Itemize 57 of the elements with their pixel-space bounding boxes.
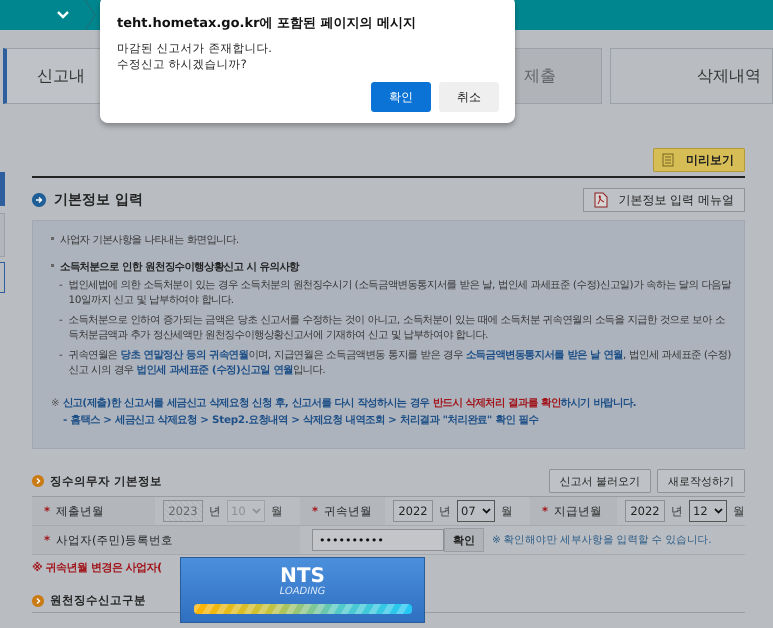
path-text: - 홈택스 > 세금신고 삭제요청 > Step2.요청내역 > 삭제요청 내역조회 > 처리결과 "처리완료" 확인 필수 — [63, 413, 540, 428]
dialog-button[interactable]: 확인 — [371, 82, 431, 112]
dialog-title: teht.hometax.go.kr에 포함된 페이지의 메시지 — [117, 15, 418, 32]
warning-note: ※ 귀속년월 변경은 사업자( — [32, 560, 162, 575]
pdf-icon — [594, 192, 608, 208]
chevron-down-icon[interactable] — [56, 10, 70, 20]
year-field[interactable]: 2022 — [393, 500, 433, 522]
side-tab[interactable] — [0, 262, 5, 293]
notice-text: 귀속연월은 당초 연말정산 등의 귀속연월이며, 지급연월은 소득금액변동 통지를 받은 경우 소득금액변동통지서를 받은 날 연월, 법인세 과세표준 (수정)신고 시의 경우 법인세 과세표준 (수정)신고일 연월입니다. — [68, 348, 732, 378]
arrow-circle-icon — [32, 193, 46, 207]
section-title: 기본정보 입력 — [54, 191, 143, 209]
section-title: 징수의무자 기본정보 — [50, 474, 162, 488]
section-title: 원천징수신고구분 — [50, 593, 146, 608]
unit-label: 년 — [439, 504, 451, 518]
dash-marker: - — [59, 278, 63, 293]
warning-text: ※ 신고(제출)한 신고서를 세금신고 삭제요청 신청 후, 신고서를 다시 작성하시는 경우 반드시 삭제처리 결과를 확인하시기 바랍니다. — [51, 396, 638, 411]
unit-label: 년 — [209, 504, 221, 518]
dialog-message: 마감된 신고서가 존재합니다. 수정신고 하시겠습니까? — [117, 40, 273, 72]
notice-text: 법인세법에 의한 소득처분이 있는 경우 소득처분의 원천징수시기 (소득금액변동통지서를 받은 날, 법인세 과세표준 (수정)신고일)가 속하는 달의 다음달 10일까지 신고 및 납부하여야 합니다. — [68, 278, 732, 308]
action-button[interactable]: 신고서 불러오기 — [548, 469, 651, 493]
loading-caption: LOADING — [280, 586, 326, 598]
notice-text: 사업자 기본사항을 나타내는 화면입니다. — [60, 233, 239, 248]
field-label: 귀속년월 — [324, 504, 372, 518]
action-button[interactable]: 새로작성하기 — [657, 469, 745, 493]
unit-label: 월 — [733, 504, 745, 518]
caret-icon — [482, 508, 491, 514]
dash-marker: - — [59, 313, 63, 328]
unit-label: 년 — [671, 504, 683, 518]
required-mark: * — [44, 504, 50, 518]
unit-label: 월 — [501, 504, 513, 518]
notice-heading: 소득처분으로 인한 원천징수이행상황신고 시 유의사항 — [60, 260, 299, 275]
dash-marker: - — [59, 348, 63, 363]
year-field[interactable]: 2022 — [625, 500, 665, 522]
notice-text: 소득처분으로 인하여 증가되는 금액은 당초 신고서를 수정하는 것이 아니고, 소득처분이 있는 때에 소득처분 귀속연월의 소득을 지급한 것으로 보아 소득처분금액과 추가 정산세액만 원천징수이행상황신고서에 기재하여 신고 및 납부하여야 합니다. — [68, 313, 726, 343]
hint-text: ※ 확인해야만 세부사항을 입력할 수 있습니다. — [492, 533, 712, 547]
tab[interactable]: 삭제내역 — [610, 48, 773, 104]
loading-title: NTS — [280, 564, 325, 586]
required-mark: * — [542, 504, 548, 518]
arrow-circle-icon — [32, 475, 44, 487]
month-select[interactable]: 12 — [689, 500, 727, 522]
field-label: 제출년월 — [56, 504, 104, 518]
confirm-button[interactable]: 확인 — [444, 528, 484, 552]
month-select[interactable]: 07 — [457, 500, 495, 522]
document-icon — [662, 153, 674, 167]
field-label: 사업자(주민)등록번호 — [56, 532, 173, 548]
preview-button[interactable]: 미리보기 — [653, 148, 745, 172]
required-mark: * — [44, 533, 50, 547]
dialog-button[interactable]: 취소 — [439, 82, 499, 112]
arrow-circle-icon — [32, 594, 44, 606]
caret-icon — [714, 508, 723, 514]
caret-icon — [252, 508, 261, 514]
manual-button[interactable]: 기본정보 입력 메뉴얼 — [583, 188, 745, 212]
breadcrumb-separator-icon — [84, 0, 96, 30]
unit-label: 월 — [271, 504, 283, 518]
registration-number-field[interactable]: •••••••••• — [312, 529, 444, 551]
required-mark: * — [312, 504, 318, 518]
field-label: 지급년월 — [554, 504, 602, 518]
